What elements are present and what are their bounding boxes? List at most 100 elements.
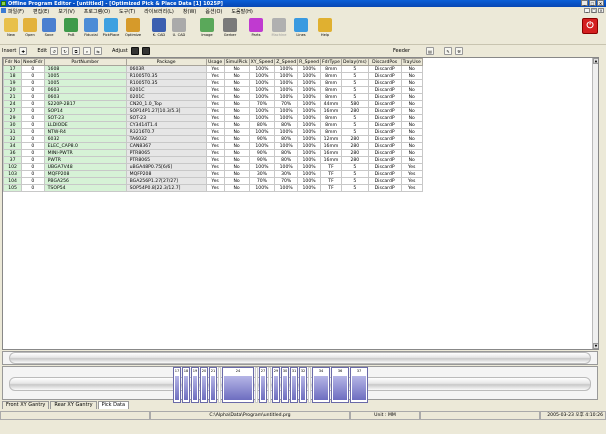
- table-cell[interactable]: PTR8065: [125, 149, 207, 157]
- table-row[interactable]: 30 0 LLDIODE CY3414T1.4 Yes No 80% 80% 100% 8mm 5 D…: [3, 121, 423, 129]
- table-cell[interactable]: 80%: [248, 121, 276, 129]
- table-cell[interactable]: 37: [3, 156, 23, 164]
- table-cell[interactable]: 100%: [297, 156, 322, 164]
- table-cell[interactable]: TF: [320, 177, 343, 185]
- table-cell[interactable]: 5: [341, 163, 369, 171]
- doc-minimize-button[interactable]: _: [584, 8, 590, 13]
- table-cell[interactable]: Yes: [205, 72, 225, 80]
- table-cell[interactable]: No: [400, 100, 423, 108]
- table-cell[interactable]: 30%: [274, 170, 299, 178]
- column-header[interactable]: SimulPick: [223, 58, 250, 66]
- table-cell[interactable]: 0: [21, 107, 45, 115]
- table-cell[interactable]: 16mm: [320, 156, 343, 164]
- toolbar-open-button[interactable]: Open: [21, 17, 39, 42]
- table-row[interactable]: 105 0 TSOP54 SOP54P0.8[22.3/12.7] Yes No 100% 1…: [3, 184, 423, 192]
- empty-feeder-slot[interactable]: [308, 367, 311, 403]
- table-cell[interactable]: Yes: [205, 170, 225, 178]
- table-cell[interactable]: 100%: [274, 142, 299, 150]
- column-header[interactable]: TrayUse: [400, 58, 423, 66]
- table-cell[interactable]: DiscardP: [367, 170, 402, 178]
- table-cell[interactable]: No: [223, 142, 250, 150]
- table-cell[interactable]: 0: [21, 142, 45, 150]
- table-row[interactable]: 24 0 S220P-2B17 CN20_1.0_Top Yes No 70% 70% 100%…: [3, 100, 423, 108]
- table-cell[interactable]: 100%: [297, 163, 322, 171]
- table-cell[interactable]: DiscardP: [367, 65, 402, 73]
- table-row[interactable]: 34 0 ELEC_CAP8.0 CAN8367 Yes No 100% 100% 100% 16…: [3, 142, 423, 150]
- table-cell[interactable]: 5: [341, 72, 369, 80]
- table-cell[interactable]: R1005T0.35: [125, 72, 207, 80]
- table-cell[interactable]: No: [223, 121, 250, 129]
- table-cell[interactable]: 100%: [274, 184, 299, 192]
- table-cell[interactable]: 0: [21, 149, 45, 157]
- toolbar-lines-button[interactable]: Lines: [292, 17, 310, 42]
- table-cell[interactable]: 0: [21, 163, 45, 171]
- table-cell[interactable]: 90%: [248, 156, 276, 164]
- feeder-slot[interactable]: 29: [272, 367, 280, 403]
- table-cell[interactable]: 5: [341, 79, 369, 87]
- table-cell[interactable]: 5: [341, 93, 369, 101]
- table-cell[interactable]: 0201C: [125, 93, 207, 101]
- table-cell[interactable]: 100%: [297, 121, 322, 129]
- table-cell[interactable]: No: [223, 156, 250, 164]
- table-cell[interactable]: TF: [320, 170, 343, 178]
- toolbar-new-button[interactable]: New: [2, 17, 20, 42]
- menu-edit[interactable]: 편집(E): [33, 8, 49, 15]
- table-cell[interactable]: Yes: [205, 128, 225, 136]
- table-cell[interactable]: No: [223, 86, 250, 94]
- menu-library[interactable]: 라이브러리(L): [144, 8, 174, 15]
- table-cell[interactable]: DiscardP: [367, 149, 402, 157]
- table-cell[interactable]: 580: [341, 100, 369, 108]
- table-cell[interactable]: 8mm: [320, 121, 343, 129]
- table-cell[interactable]: No: [400, 79, 423, 87]
- table-cell[interactable]: No: [400, 156, 423, 164]
- table-cell[interactable]: 8mm: [320, 65, 343, 73]
- feeder-slot[interactable]: 31: [290, 367, 298, 403]
- table-cell[interactable]: S220P-2B17: [43, 100, 127, 108]
- table-row[interactable]: 19 0 1005 R1005T0.35 Yes No 100% 100% 100% 8mm 5 Di…: [3, 79, 423, 87]
- table-row[interactable]: 21 0 0603 0201C Yes No 100% 100% 100% 8mm 5 Discard…: [3, 93, 423, 101]
- table-cell[interactable]: 34: [3, 142, 23, 150]
- table-cell[interactable]: 80%: [274, 149, 299, 157]
- table-cell[interactable]: PWTR: [43, 156, 127, 164]
- table-cell[interactable]: 100%: [297, 93, 322, 101]
- table-cell[interactable]: 280: [341, 149, 369, 157]
- feeder-slot[interactable]: 27: [259, 367, 267, 403]
- table-cell[interactable]: No: [400, 114, 423, 122]
- table-cell[interactable]: No: [400, 86, 423, 94]
- column-header[interactable]: DiscardPos: [367, 58, 402, 66]
- table-cell[interactable]: 100%: [274, 128, 299, 136]
- table-cell[interactable]: 103: [3, 170, 23, 178]
- tab-front-xy-gantry[interactable]: Front XY Gantry: [2, 401, 50, 409]
- column-header[interactable]: XY_Speed: [248, 58, 276, 66]
- table-cell[interactable]: 100%: [297, 149, 322, 157]
- table-cell[interactable]: 6032: [43, 135, 127, 143]
- feeder-slot[interactable]: 17: [173, 367, 181, 403]
- table-cell[interactable]: 100%: [297, 114, 322, 122]
- feeder-slot[interactable]: 34: [312, 367, 330, 403]
- table-cell[interactable]: Yes: [400, 163, 423, 171]
- table-cell[interactable]: 100%: [297, 128, 322, 136]
- table-cell[interactable]: 17: [3, 65, 23, 73]
- table-cell[interactable]: Yes: [205, 135, 225, 143]
- table-cell[interactable]: 5: [341, 170, 369, 178]
- table-cell[interactable]: PTR8065: [125, 156, 207, 164]
- table-cell[interactable]: 100%: [248, 142, 276, 150]
- table-cell[interactable]: 0: [21, 177, 45, 185]
- table-cell[interactable]: CN20_1.0_Top: [125, 100, 207, 108]
- table-cell[interactable]: No: [223, 128, 250, 136]
- table-cell[interactable]: R1005T0.35: [125, 79, 207, 87]
- table-cell[interactable]: 100%: [274, 79, 299, 87]
- table-row[interactable]: 32 0 6032 TA6032 Yes No 90% 80% 100% 12mm 280 Disca…: [3, 135, 423, 143]
- table-cell[interactable]: No: [223, 163, 250, 171]
- table-cell[interactable]: LLDIODE: [43, 121, 127, 129]
- table-cell[interactable]: MQFP208: [43, 170, 127, 178]
- doc-close-button[interactable]: ×: [598, 8, 604, 13]
- table-cell[interactable]: 21: [3, 93, 23, 101]
- toolbar-pickplace-button[interactable]: PickPlace: [102, 17, 120, 42]
- table-cell[interactable]: 100%: [297, 135, 322, 143]
- table-cell[interactable]: Yes: [205, 65, 225, 73]
- table-cell[interactable]: No: [223, 79, 250, 87]
- table-cell[interactable]: Yes: [205, 107, 225, 115]
- table-cell[interactable]: 100%: [248, 65, 276, 73]
- menu-window[interactable]: 창(W): [183, 8, 196, 15]
